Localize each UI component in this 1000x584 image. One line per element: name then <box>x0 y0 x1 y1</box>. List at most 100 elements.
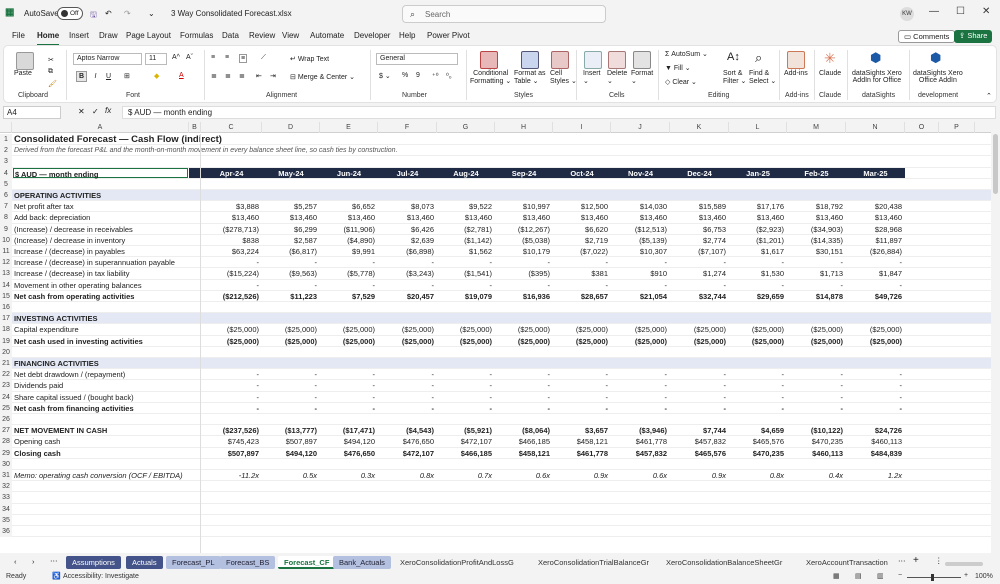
value-cell[interactable]: - <box>611 392 668 403</box>
row-header[interactable]: 6 <box>0 190 12 202</box>
value-cell[interactable]: $49,726 <box>846 291 902 302</box>
value-cell[interactable]: $745,423 <box>201 436 259 447</box>
table-row[interactable]: (Increase) / decrease in inventory $838 $2… <box>12 235 991 246</box>
value-cell[interactable]: ($5,921) <box>437 425 492 436</box>
value-cell[interactable]: - <box>729 392 785 403</box>
table-row[interactable] <box>12 504 991 515</box>
column-header[interactable]: B <box>189 122 201 133</box>
value-cell[interactable]: - <box>495 257 551 268</box>
row-header[interactable]: 15 <box>0 290 12 302</box>
comments-button[interactable]: ▭ Comments <box>898 30 956 43</box>
value-cell[interactable]: ($25,000) <box>553 324 608 335</box>
value-cell[interactable]: $494,120 <box>320 436 375 447</box>
value-cell[interactable]: - <box>437 369 493 380</box>
value-cell[interactable]: $472,107 <box>437 436 492 447</box>
value-cell[interactable]: $457,832 <box>611 448 667 459</box>
table-row[interactable]: Dividends paid - - - - - - - - - - - - <box>12 380 991 392</box>
increase-indent-icon[interactable]: ⇥ <box>270 72 276 80</box>
table-row[interactable]: Net cash from financing activities - - - - - -… <box>12 403 991 414</box>
value-cell[interactable]: - <box>378 369 435 380</box>
borders-icon[interactable]: ⊞ <box>124 72 130 80</box>
value-cell[interactable]: $5,257 <box>262 201 317 212</box>
value-cell[interactable]: $13,460 <box>262 212 317 223</box>
value-cell[interactable]: - <box>787 369 844 380</box>
copy-icon[interactable]: ⧉ <box>48 68 53 76</box>
row-header[interactable]: 29 <box>0 447 12 459</box>
value-cell[interactable]: - <box>553 403 609 414</box>
value-cell[interactable]: - <box>320 403 376 414</box>
value-cell[interactable]: ($3,946) <box>611 425 667 436</box>
table-row[interactable]: Net cash from operating activities ($212,… <box>12 291 991 302</box>
value-cell[interactable]: - <box>262 392 318 403</box>
value-cell[interactable]: - <box>495 369 551 380</box>
column-header[interactable]: O <box>905 122 939 133</box>
scrollbar-thumb[interactable] <box>993 134 998 194</box>
table-row[interactable] <box>12 492 991 504</box>
value-cell[interactable]: - <box>670 403 727 414</box>
table-row[interactable]: Derived from the forecast P&L and the mo… <box>12 145 991 157</box>
value-cell[interactable]: - <box>846 257 903 268</box>
value-cell[interactable]: - <box>670 369 727 380</box>
table-row[interactable]: Opening cash $745,423 $507,897 $494,120 $476… <box>12 436 991 448</box>
value-cell[interactable]: $10,307 <box>611 246 667 257</box>
tab-home[interactable]: Home <box>37 31 60 46</box>
formula-input[interactable]: $ AUD — month ending <box>122 106 996 119</box>
value-cell[interactable]: ($17,471) <box>320 425 375 436</box>
name-box[interactable]: A4 <box>3 106 61 119</box>
tab-power-pivot[interactable]: Power Pivot <box>427 31 470 40</box>
find-select-button[interactable]: Find & Select ⌄ <box>749 70 776 85</box>
value-cell[interactable]: - <box>320 280 376 291</box>
customize-qat-icon[interactable]: ⌄ <box>148 9 155 18</box>
prev-sheet-icon[interactable]: ‹ <box>14 557 17 566</box>
merge-center-button[interactable]: ⊟ Merge & Center ⌄ <box>290 73 355 81</box>
accessibility-status[interactable]: Accessibility: Investigate <box>63 573 139 580</box>
cancel-icon[interactable]: ✕ <box>78 107 85 116</box>
tab-page-layout[interactable]: Page Layout <box>126 31 171 40</box>
value-cell[interactable]: 0.9x <box>553 470 608 481</box>
minimize-icon[interactable]: — <box>929 6 939 17</box>
tab-data[interactable]: Data <box>222 31 239 40</box>
value-cell[interactable]: $19,079 <box>437 291 492 302</box>
value-cell[interactable]: ($6,898) <box>378 246 434 257</box>
value-cell[interactable]: $6,299 <box>262 224 317 235</box>
value-cell[interactable]: $460,113 <box>846 436 902 447</box>
value-cell[interactable]: $14,878 <box>787 291 843 302</box>
value-cell[interactable]: - <box>787 257 844 268</box>
value-cell[interactable]: $1,562 <box>437 246 492 257</box>
format-painter-icon[interactable]: 🖌 <box>48 80 57 88</box>
value-cell[interactable]: - <box>437 380 493 391</box>
table-row[interactable] <box>12 515 991 526</box>
align-top-icon[interactable]: ≡ <box>211 54 215 61</box>
zoom-slider-thumb[interactable] <box>931 574 934 581</box>
value-cell[interactable]: - <box>201 392 260 403</box>
value-cell[interactable]: ($6,817) <box>262 246 317 257</box>
sheet-tab[interactable]: XeroAccountTransaction <box>800 556 892 569</box>
underline-icon[interactable]: U <box>103 71 114 82</box>
sheet-tab[interactable]: XeroConsolidationTrialBalanceGr <box>532 556 655 569</box>
fill-button[interactable]: ▼ Fill ⌄ <box>665 64 691 72</box>
increase-decimal-icon[interactable]: ⁺⁰ <box>432 72 439 80</box>
select-all-corner[interactable] <box>0 122 12 133</box>
value-cell[interactable]: $2,774 <box>670 235 726 246</box>
clear-button[interactable]: ◇ Clear ⌄ <box>665 78 697 86</box>
value-cell[interactable]: $4,659 <box>729 425 784 436</box>
fill-color-icon[interactable]: ◆ <box>154 72 159 80</box>
value-cell[interactable]: - <box>729 369 785 380</box>
row-header[interactable]: 12 <box>0 257 12 269</box>
value-cell[interactable]: - <box>846 392 903 403</box>
value-cell[interactable]: $6,652 <box>320 201 375 212</box>
value-cell[interactable]: ($25,000) <box>846 324 902 335</box>
value-cell[interactable]: ($5,038) <box>495 235 550 246</box>
value-cell[interactable]: - <box>262 257 318 268</box>
value-cell[interactable]: - <box>611 403 668 414</box>
value-cell[interactable]: $32,744 <box>670 291 726 302</box>
value-cell[interactable]: ($1,541) <box>437 268 492 279</box>
align-right-icon[interactable]: ≣ <box>239 72 245 80</box>
row-header[interactable]: 25 <box>0 402 12 414</box>
value-cell[interactable]: $3,657 <box>553 425 608 436</box>
value-cell[interactable]: $381 <box>553 268 608 279</box>
row-header[interactable]: 36 <box>0 526 12 538</box>
align-bottom-icon[interactable]: ≡ <box>239 54 248 63</box>
value-cell[interactable]: - <box>670 380 727 391</box>
table-row[interactable]: Capital expenditure ($25,000) ($25,000) ($2… <box>12 324 991 336</box>
